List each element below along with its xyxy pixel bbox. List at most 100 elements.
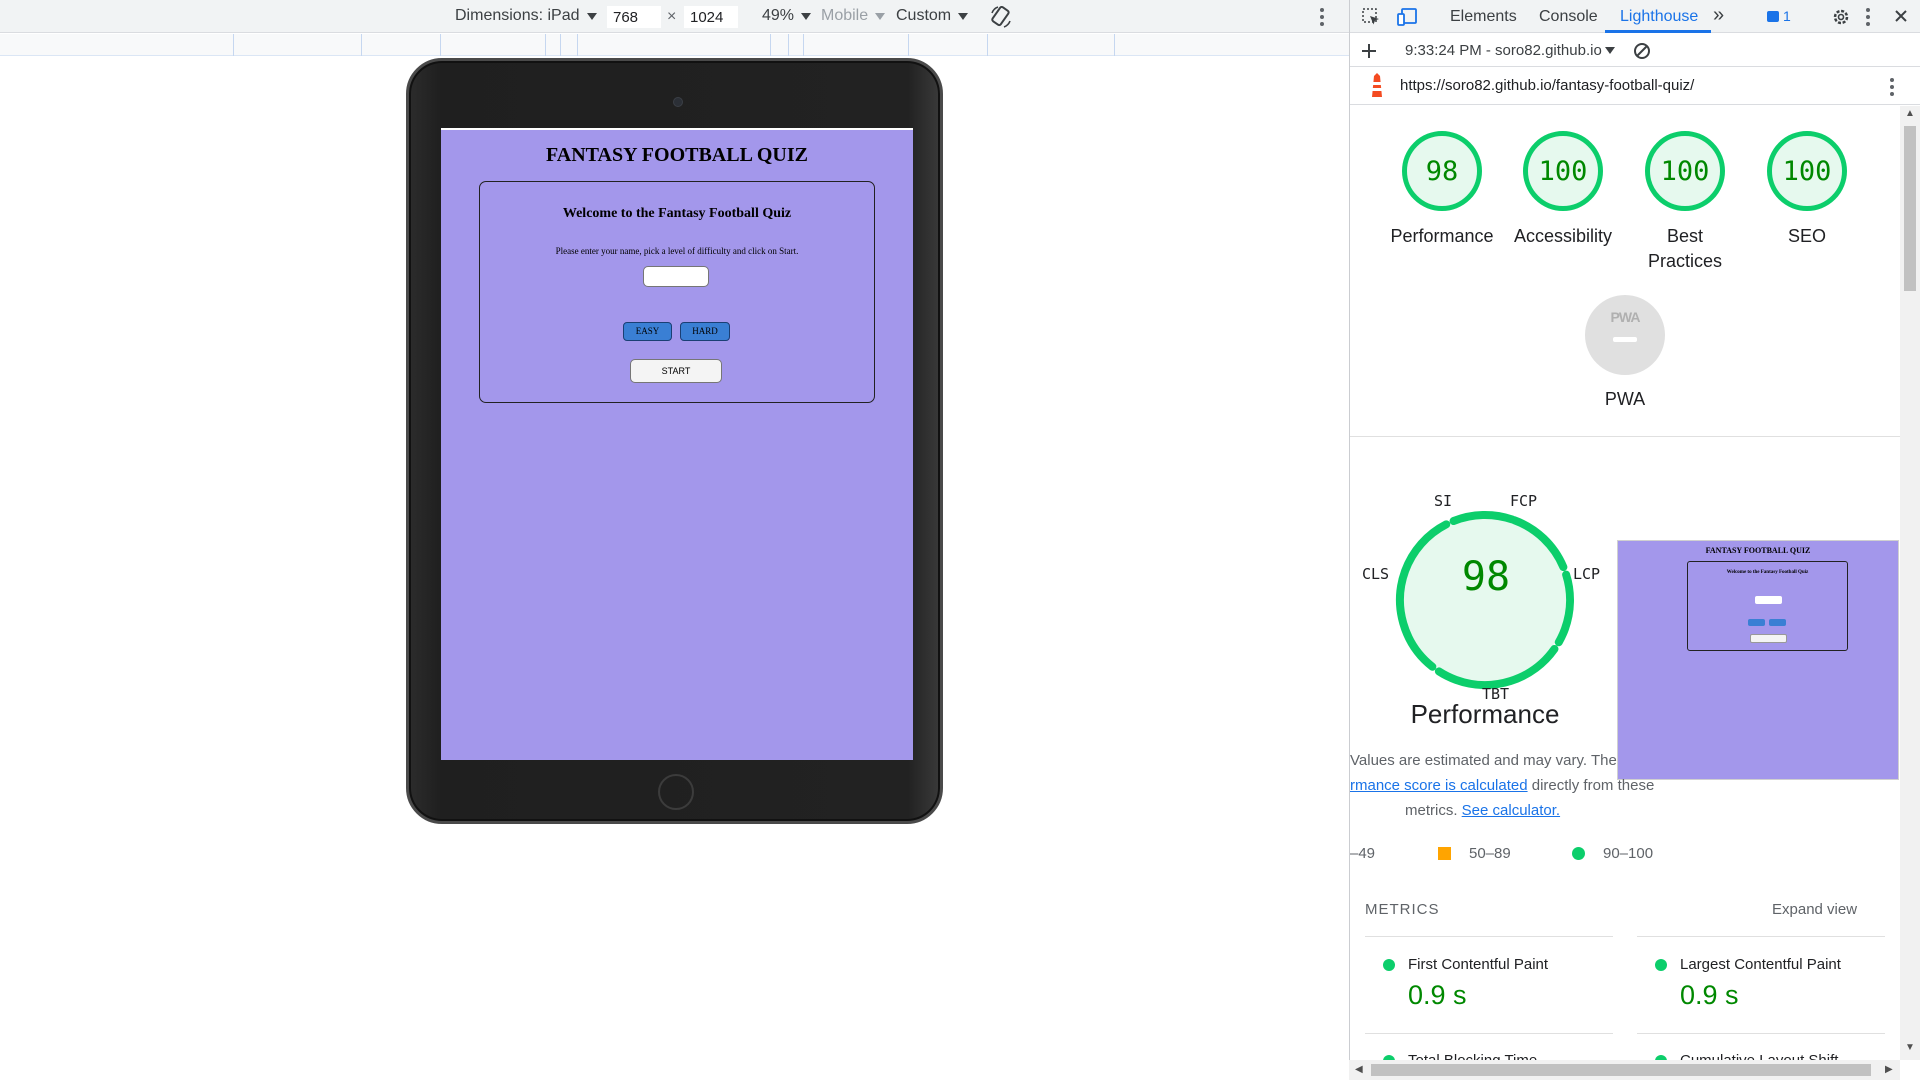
start-button[interactable]: START [630,359,722,383]
instructions-text: Please enter your name, pick a level of … [555,246,799,256]
estimate-note: Values are estimated and may vary. The [1350,752,1617,769]
metric-divider [1637,1033,1885,1034]
zoom-dropdown[interactable]: 49% [762,7,812,25]
width-input[interactable] [606,5,662,29]
media-query-ruler [0,34,1349,56]
legend-pass-range: 90–100 [1603,845,1654,862]
report-url[interactable]: https://soro82.github.io/fantasy-footbal… [1400,77,1694,94]
performance-label: Performance [1390,226,1494,246]
scroll-down-icon[interactable]: ▼ [1905,1042,1915,1053]
mode-dropdown[interactable]: Mobile [821,7,886,25]
issues-count: 1 [1783,8,1791,24]
inspect-element-icon[interactable] [1361,7,1381,27]
legend-pass: 90–100 [1572,845,1653,862]
name-input[interactable] [643,266,709,287]
thumb-welcome: Welcome to the Fantasy Football Quiz [1726,570,1809,575]
section-divider [1350,436,1901,437]
score-calculated-link[interactable]: rmance score is calculated [1350,777,1528,794]
scroll-right-icon[interactable]: ▶ [1885,1064,1893,1075]
pass-circle-icon [1572,847,1585,860]
easy-button[interactable]: EASY [623,322,672,341]
mode-label: Mobile [821,7,869,24]
issues-badge[interactable]: 1 [1767,8,1791,24]
horizontal-scrollbar[interactable]: ◀ ▶ [1349,1060,1900,1080]
more-options-icon[interactable] [1320,8,1324,29]
plus-icon[interactable] [1361,43,1377,59]
lighthouse-icon [1372,73,1382,97]
tab-elements[interactable]: Elements [1450,8,1517,26]
clear-block-icon[interactable] [1633,42,1651,60]
performance-gauge[interactable]: 98 [1402,131,1482,211]
metric-value: 0.9 s [1408,980,1467,1010]
metric-name: Largest Contentful Paint [1680,956,1841,973]
best-practices-label-line1: Best [1666,226,1704,246]
scroll-up-icon[interactable]: ▲ [1905,108,1915,119]
accessibility-gauge[interactable]: 100 [1523,131,1603,211]
throttle-label: Custom [896,7,952,24]
height-input[interactable] [683,5,739,29]
thumb-hard-button [1769,619,1786,626]
seo-label: SEO [1787,226,1826,246]
dimensions-label: Dimensions: iPad [455,7,580,24]
hard-button[interactable]: HARD [680,322,730,341]
report-selector[interactable]: 9:33:24 PM - soro82.github.io [1405,42,1615,59]
legend-fail: –49 [1350,845,1375,862]
screen: Dimensions: iPad × 49% Mobile Custom [0,0,1920,1080]
metric-value: 0.9 s [1680,980,1739,1010]
thumb-input [1755,596,1782,604]
average-square-icon [1438,847,1451,860]
more-tabs-icon[interactable]: » [1713,4,1724,27]
thumb-start-button [1750,634,1787,643]
throttle-dropdown[interactable]: Custom [896,7,969,25]
device-emulation-pane: Dimensions: iPad × 49% Mobile Custom [0,0,1349,1080]
device-toolbar-icon[interactable] [1397,7,1419,27]
lcp-label[interactable]: LCP [1573,565,1600,583]
best-practices-label: Best Practices [1620,224,1750,274]
accessibility-label: Accessibility [1513,226,1613,246]
chevron-down-icon [801,12,812,20]
settings-gear-icon[interactable] [1831,7,1851,27]
legend-average: 50–89 [1438,845,1511,862]
times-sign: × [667,8,677,25]
best-practices-gauge[interactable]: 100 [1645,131,1725,211]
tab-console[interactable]: Console [1539,8,1598,26]
cls-label[interactable]: CLS [1362,565,1389,583]
report-time: 9:33:24 PM - soro82.github.io [1405,42,1602,59]
vertical-scrollbar[interactable]: ▲ ▼ [1900,106,1920,1060]
fcp-label[interactable]: FCP [1510,492,1537,510]
devtools-menu-icon[interactable] [1866,8,1870,29]
welcome-heading: Welcome to the Fantasy Football Quiz [562,206,792,221]
metric-divider [1637,936,1885,937]
scroll-left-icon[interactable]: ◀ [1355,1064,1363,1075]
performance-big-score: 98 [1461,554,1511,600]
si-label[interactable]: SI [1434,492,1452,510]
performance-metric-gauge [1396,511,1574,690]
metric-divider [1365,936,1613,937]
report-menu-icon[interactable] [1890,78,1894,99]
see-calculator-link[interactable]: See calculator. [1462,802,1560,819]
pwa-badge[interactable]: PWA [1585,295,1665,375]
expand-view-toggle[interactable]: Expand view [1772,901,1857,918]
zoom-label: 49% [762,7,795,24]
report-url-bar: https://soro82.github.io/fantasy-footbal… [1350,68,1920,105]
pwa-badge-text: PWA [1610,309,1641,325]
close-icon[interactable] [1894,9,1908,23]
calculation-note: rmance score is calculated directly from… [1350,777,1654,794]
pass-circle-icon [1383,959,1395,971]
pwa-label: PWA [1604,389,1646,409]
devtools-tabbar: Elements Console Lighthouse » 1 [1350,0,1920,33]
scroll-thumb[interactable] [1904,126,1916,291]
rotate-icon[interactable] [989,5,1013,29]
ipad-frame: FANTASY FOOTBALL QUIZ Welcome to the Fan… [406,58,943,824]
tab-lighthouse[interactable]: Lighthouse [1620,8,1698,26]
final-screenshot-thumbnail: FANTASY FOOTBALL QUIZ Welcome to the Fan… [1617,540,1899,780]
chevron-down-icon [586,12,597,20]
performance-section-title: Performance [1410,699,1560,729]
thumb-title: FANTASY FOOTBALL QUIZ [1705,546,1811,555]
scroll-thumb-horizontal[interactable] [1371,1064,1871,1076]
dimensions-dropdown[interactable]: Dimensions: iPad [455,7,597,25]
thumb-card: Welcome to the Fantasy Football Quiz [1687,561,1848,651]
seo-gauge[interactable]: 100 [1767,131,1847,211]
metrics-note-text: metrics. [1405,802,1458,819]
device-toolbar: Dimensions: iPad × 49% Mobile Custom [0,0,1349,33]
